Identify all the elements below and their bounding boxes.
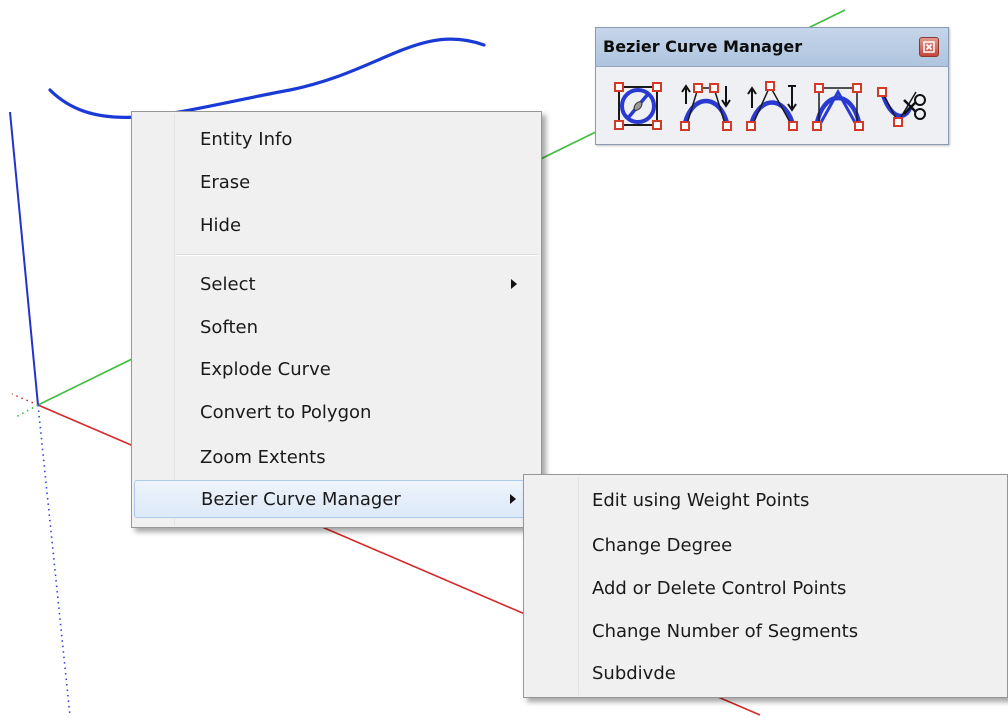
menu-item-label: Explode Curve bbox=[200, 358, 331, 380]
menu-item-soften[interactable]: Soften bbox=[134, 308, 539, 346]
submenu-arrow-icon bbox=[510, 494, 516, 504]
edit-weight-points-icon[interactable] bbox=[678, 78, 734, 134]
red-axis-negative bbox=[11, 393, 39, 406]
submenu-item-change-degree[interactable]: Change Degree bbox=[526, 526, 1005, 564]
menu-item-erase[interactable]: Erase bbox=[134, 163, 539, 201]
close-icon[interactable] bbox=[919, 37, 939, 57]
menu-item-label: Entity Info bbox=[200, 128, 293, 150]
menu-item-label: Convert to Polygon bbox=[200, 401, 372, 423]
green-axis-negative bbox=[13, 404, 39, 419]
toolbar-titlebar[interactable]: Bezier Curve Manager bbox=[596, 28, 948, 67]
menu-item-label: Change Number of Segments bbox=[592, 620, 859, 642]
change-degree-icon[interactable] bbox=[744, 78, 800, 134]
menu-item-entity-info[interactable]: Entity Info bbox=[134, 120, 539, 158]
menu-item-zoom-extents[interactable]: Zoom Extents bbox=[134, 438, 539, 476]
toolbar-title: Bezier Curve Manager bbox=[603, 37, 803, 56]
context-menu: Entity Info Erase Hide Select Soften Exp… bbox=[131, 111, 542, 528]
menu-item-bezier-curve-manager[interactable]: Bezier Curve Manager bbox=[134, 480, 539, 518]
menu-item-explode-curve[interactable]: Explode Curve bbox=[134, 350, 539, 388]
menu-item-label: Add or Delete Control Points bbox=[592, 577, 847, 599]
menu-item-label: Erase bbox=[200, 171, 251, 193]
blue-axis bbox=[9, 111, 39, 406]
submenu-item-edit-using-weight-points[interactable]: Edit using Weight Points bbox=[526, 481, 1005, 519]
submenu-item-subdivide[interactable]: Subdivde bbox=[526, 654, 1005, 692]
add-delete-control-points-icon[interactable] bbox=[810, 78, 866, 134]
menu-item-label: Zoom Extents bbox=[200, 446, 326, 468]
submenu-arrow-icon bbox=[511, 279, 517, 289]
menu-item-label: Subdivde bbox=[592, 662, 676, 684]
draw-bezier-curve-icon[interactable] bbox=[610, 78, 666, 134]
cut-curve-icon[interactable] bbox=[876, 78, 932, 134]
menu-item-label: Bezier Curve Manager bbox=[201, 488, 401, 510]
submenu-item-add-or-delete-control-points[interactable]: Add or Delete Control Points bbox=[526, 569, 1005, 607]
menu-item-label: Hide bbox=[200, 214, 242, 236]
bezier-curve[interactable] bbox=[48, 37, 486, 119]
blue-axis-negative bbox=[37, 404, 71, 717]
bezier-curve-manager-submenu: Edit using Weight Points Change Degree A… bbox=[523, 474, 1008, 698]
menu-separator bbox=[176, 254, 537, 256]
bezier-curve-manager-toolbar: Bezier Curve Manager bbox=[595, 27, 949, 145]
submenu-item-change-number-of-segments[interactable]: Change Number of Segments bbox=[526, 612, 1005, 650]
menu-item-select[interactable]: Select bbox=[134, 265, 539, 303]
menu-item-label: Change Degree bbox=[592, 534, 733, 556]
menu-item-hide[interactable]: Hide bbox=[134, 206, 539, 244]
menu-item-label: Edit using Weight Points bbox=[592, 489, 810, 511]
menu-item-label: Soften bbox=[200, 316, 258, 338]
menu-item-convert-to-polygon[interactable]: Convert to Polygon bbox=[134, 393, 539, 431]
menu-item-label: Select bbox=[200, 273, 256, 295]
